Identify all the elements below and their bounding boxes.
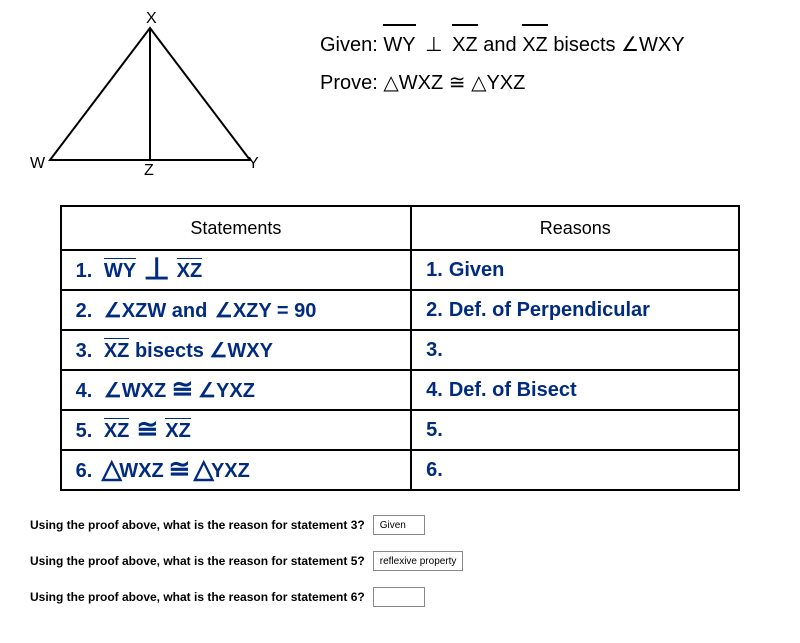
triangle-symbol-2 — [471, 72, 486, 94]
reason-2: Def. of Perpendicular — [449, 299, 650, 321]
vertex-label-y: Y — [248, 155, 259, 173]
given-suffix: bisects ∠WXY — [553, 34, 684, 56]
stmt-num-1: 1. — [76, 260, 93, 282]
cong-icon-3: ≅ — [169, 452, 191, 485]
cong-icon-2: ≅ — [136, 412, 158, 445]
proof-table: Statements Reasons 1. WY ⊥ XZ 1. Given 2.… — [60, 205, 741, 491]
stmt-2b: ∠XZY = 90 — [215, 300, 317, 322]
seg-xz: XZ — [177, 260, 203, 283]
perp-icon: ⊥ — [143, 250, 169, 288]
triangle-symbol-1 — [383, 72, 398, 94]
cong-icon: ≅ — [171, 372, 193, 405]
reason-1: Given — [449, 259, 505, 281]
stmt-2a: ∠XZW and — [104, 300, 207, 322]
segment-xz: XZ — [452, 26, 478, 64]
stmt-num-5: 5. — [76, 420, 93, 442]
perp-symbol: ⊥ — [425, 34, 442, 56]
stmt-num-4: 4. — [76, 380, 93, 402]
answer-input-2[interactable]: reflexive property — [373, 551, 464, 571]
answer-input-1[interactable]: Given — [373, 515, 425, 535]
stmt-4a: ∠WXZ — [104, 380, 166, 402]
question-3-text: Using the proof above, what is the reaso… — [30, 590, 365, 604]
question-3-line: Using the proof above, what is the reaso… — [30, 587, 770, 607]
stmt-4b: ∠YXZ — [198, 380, 255, 402]
reason-4: Def. of Bisect — [449, 379, 577, 401]
prove-prefix: Prove: — [320, 72, 383, 94]
stmt-3-after: bisects ∠WXY — [135, 340, 273, 362]
stmt-6b: YXZ — [211, 460, 250, 482]
reason-num-3: 3. — [426, 339, 443, 361]
reason-num-4: 4. — [426, 379, 443, 401]
reason-num-5: 5. — [426, 419, 443, 441]
question-1-line: Using the proof above, what is the reaso… — [30, 515, 770, 535]
header-reasons: Reasons — [411, 206, 739, 250]
seg-xz-5b: XZ — [165, 420, 191, 443]
table-row: 1. WY ⊥ XZ 1. Given — [61, 250, 740, 290]
triangle-icon-2: △ — [193, 452, 213, 485]
table-row: 2. ∠XZW and ∠XZY = 90 2. Def. of Perpendi… — [61, 290, 740, 330]
given-mid: and — [483, 34, 522, 56]
reason-num-1: 1. — [426, 259, 443, 281]
table-row: 6. △WXZ ≅ △YXZ 6. — [61, 450, 740, 490]
vertex-label-z: Z — [144, 162, 154, 180]
segment-xz-2: XZ — [522, 26, 548, 64]
stmt-6a: WXZ — [119, 460, 163, 482]
given-prove-text: Given: WY ⊥ XZ and XZ bisects ∠WXY Prove… — [320, 20, 685, 102]
reason-num-6: 6. — [426, 459, 443, 481]
table-row: 3. XZ bisects ∠WXY 3. — [61, 330, 740, 370]
question-2-line: Using the proof above, what is the reaso… — [30, 551, 770, 571]
vertex-label-w: W — [30, 155, 45, 173]
table-header-row: Statements Reasons — [61, 206, 740, 250]
table-row: 4. ∠WXZ ≅ ∠YXZ 4. Def. of Bisect — [61, 370, 740, 410]
prove-t2: YXZ — [486, 72, 525, 94]
stmt-num-6: 6. — [76, 460, 93, 482]
header-statements: Statements — [61, 206, 412, 250]
cong-symbol: ≅ — [449, 72, 471, 94]
segment-wy: WY — [383, 26, 415, 64]
question-1-text: Using the proof above, what is the reaso… — [30, 518, 365, 532]
table-row: 5. XZ ≅ XZ 5. — [61, 410, 740, 450]
reason-num-2: 2. — [426, 299, 443, 321]
given-prefix: Given: — [320, 34, 383, 56]
prove-t1: WXZ — [399, 72, 443, 94]
stmt-num-2: 2. — [76, 300, 93, 322]
vertex-label-x: X — [146, 10, 157, 28]
stmt-num-3: 3. — [76, 340, 93, 362]
seg-xz-5a: XZ — [104, 420, 130, 443]
seg-xz-3: XZ — [104, 340, 130, 363]
seg-wy: WY — [104, 260, 136, 283]
question-2-text: Using the proof above, what is the reaso… — [30, 554, 365, 568]
triangle-figure: X W Z Y — [30, 20, 260, 175]
answer-input-3[interactable] — [373, 587, 425, 607]
triangle-icon-1: △ — [102, 452, 122, 485]
